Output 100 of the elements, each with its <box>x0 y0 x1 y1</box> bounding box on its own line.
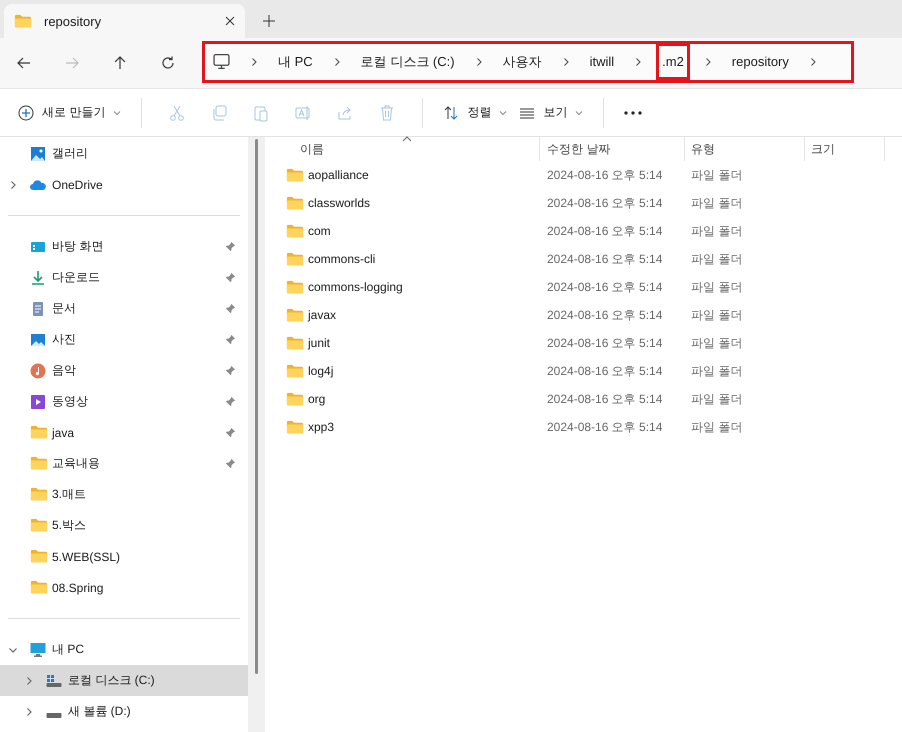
address-bar[interactable]: 내 PC 로컬 디스크 (C:) 사용자 itwill .m2 repository <box>202 40 854 82</box>
scrollbar[interactable] <box>248 137 265 732</box>
file-name: javax <box>308 308 336 322</box>
caret-icon <box>575 108 584 116</box>
sidebar-item[interactable]: 다운로드 <box>0 262 248 293</box>
chevron-right-icon[interactable] <box>633 56 644 66</box>
pin-icon[interactable] <box>225 458 236 469</box>
sidebar-item[interactable]: 3.매트 <box>0 479 248 510</box>
table-cell-text: 2024-08-16 오후 5:14 <box>546 418 664 436</box>
drive-icon <box>46 713 62 718</box>
file-row[interactable]: xpp3 2024-08-16 오후 5:14 파일 폴더 <box>265 413 902 441</box>
column-header[interactable]: 이름 <box>265 137 540 161</box>
pin-icon[interactable] <box>225 396 236 407</box>
refresh-icon[interactable] <box>160 55 176 71</box>
chevron-right-icon[interactable] <box>24 706 34 716</box>
chevron-right-icon[interactable] <box>24 676 34 686</box>
breadcrumb[interactable]: .m2 <box>656 43 690 80</box>
monitor-icon <box>213 53 230 70</box>
file-row[interactable]: org 2024-08-16 오후 5:14 파일 폴더 <box>265 385 902 413</box>
plus-circle-icon <box>18 104 34 120</box>
back-arrow-icon[interactable] <box>16 55 32 71</box>
sidebar-item[interactable]: 바탕 화면 <box>0 231 248 262</box>
breadcrumb[interactable]: repository <box>726 43 795 80</box>
more-options-icon[interactable] <box>624 110 642 114</box>
pin-icon[interactable] <box>225 365 236 376</box>
column-header[interactable]: 크기 <box>805 137 885 161</box>
breadcrumb[interactable]: itwill <box>584 43 620 80</box>
pin-icon[interactable] <box>225 427 236 438</box>
up-arrow-icon[interactable] <box>112 55 128 71</box>
table-cell-text: 2024-08-16 오후 5:14 <box>546 222 664 240</box>
sidebar-item[interactable]: 문서 <box>0 293 248 324</box>
new-tab-icon[interactable] <box>263 15 275 27</box>
file-row[interactable]: classworlds 2024-08-16 오후 5:14 파일 폴더 <box>265 189 902 217</box>
sidebar-item[interactable]: 08.Spring <box>0 572 248 603</box>
folder-icon <box>286 392 304 406</box>
folder-icon <box>30 549 48 564</box>
column-header[interactable]: 수정한 날짜 <box>540 137 685 161</box>
sidebar-item[interactable]: 로컬 디스크 (C:) <box>0 665 248 696</box>
caret-icon <box>113 108 122 116</box>
table-cell-text: 파일 폴더 <box>690 250 744 268</box>
scrollbar-thumb[interactable] <box>255 139 258 674</box>
view-button[interactable]: 보기 <box>513 100 590 125</box>
column-header[interactable]: 유형 <box>685 137 805 161</box>
file-row[interactable]: aopalliance 2024-08-16 오후 5:14 파일 폴더 <box>265 161 902 189</box>
sidebar-item[interactable]: 음악 <box>0 355 248 386</box>
table-cell-text: 2024-08-16 오후 5:14 <box>546 194 664 212</box>
chevron-right-icon[interactable] <box>8 180 18 190</box>
file-row[interactable]: log4j 2024-08-16 오후 5:14 파일 폴더 <box>265 357 902 385</box>
folder-icon <box>286 252 304 266</box>
chevron-right-icon[interactable] <box>249 56 259 66</box>
table-cell-text: 2024-08-16 오후 5:14 <box>546 166 664 184</box>
breadcrumb[interactable]: 내 PC <box>272 42 319 82</box>
file-name: classworlds <box>308 196 370 210</box>
sidebar-item[interactable]: 5.박스 <box>0 510 248 541</box>
file-name: org <box>308 392 326 406</box>
sort-button[interactable]: 정렬 <box>437 100 514 125</box>
pin-icon[interactable] <box>225 241 236 252</box>
folder-icon <box>286 224 304 238</box>
table-cell-text: 2024-08-16 오후 5:14 <box>546 334 664 352</box>
file-row[interactable]: junit 2024-08-16 오후 5:14 파일 폴더 <box>265 329 902 357</box>
pin-icon[interactable] <box>225 272 236 283</box>
table-cell-text: 2024-08-16 오후 5:14 <box>546 390 664 408</box>
folder-icon <box>30 456 48 471</box>
sidebar-item[interactable]: java <box>0 417 248 448</box>
sidebar-item[interactable]: 사진 <box>0 324 248 355</box>
file-row[interactable]: commons-cli 2024-08-16 오후 5:14 파일 폴더 <box>265 245 902 273</box>
table-cell-text: 파일 폴더 <box>690 390 744 408</box>
folder-icon <box>30 518 48 533</box>
breadcrumb[interactable]: 사용자 <box>496 42 548 82</box>
monitor-icon <box>30 642 46 658</box>
sidebar-item[interactable]: OneDrive <box>0 169 248 200</box>
file-name: log4j <box>308 364 334 378</box>
table-cell-text: 2024-08-16 오후 5:14 <box>546 250 664 268</box>
new-button[interactable]: 새로 만들기 <box>12 100 128 125</box>
folder-icon <box>286 336 304 350</box>
file-row[interactable]: commons-logging 2024-08-16 오후 5:14 파일 폴더 <box>265 273 902 301</box>
pin-icon[interactable] <box>225 334 236 345</box>
window-tab[interactable]: repository <box>4 4 245 38</box>
folder-icon <box>286 280 304 294</box>
table-cell-text: 2024-08-16 오후 5:14 <box>546 278 664 296</box>
pin-icon[interactable] <box>225 303 236 314</box>
breadcrumb[interactable]: 로컬 디스크 (C:) <box>354 42 461 82</box>
sidebar-item[interactable]: 새 볼륨 (D:) <box>0 696 248 727</box>
close-icon[interactable] <box>225 16 235 26</box>
sidebar-item[interactable]: 내 PC <box>0 634 248 665</box>
sort-caret-icon <box>402 136 412 142</box>
sidebar-item[interactable]: 5.WEB(SSL) <box>0 541 248 572</box>
file-row[interactable]: com 2024-08-16 오후 5:14 파일 폴더 <box>265 217 902 245</box>
document-icon <box>30 300 46 316</box>
folder-icon <box>30 580 48 595</box>
file-row[interactable]: javax 2024-08-16 오후 5:14 파일 폴더 <box>265 301 902 329</box>
table-cell-text: 파일 폴더 <box>690 166 744 184</box>
folder-icon <box>30 425 48 440</box>
sort-arrows-icon <box>443 104 460 120</box>
sidebar-item[interactable]: 갤러리 <box>0 138 248 169</box>
table-cell-text: 파일 폴더 <box>690 362 744 380</box>
sidebar-item[interactable]: 동영상 <box>0 386 248 417</box>
folder-icon <box>14 14 32 28</box>
picture-icon <box>30 332 46 348</box>
sidebar-item[interactable]: 교육내용 <box>0 448 248 479</box>
